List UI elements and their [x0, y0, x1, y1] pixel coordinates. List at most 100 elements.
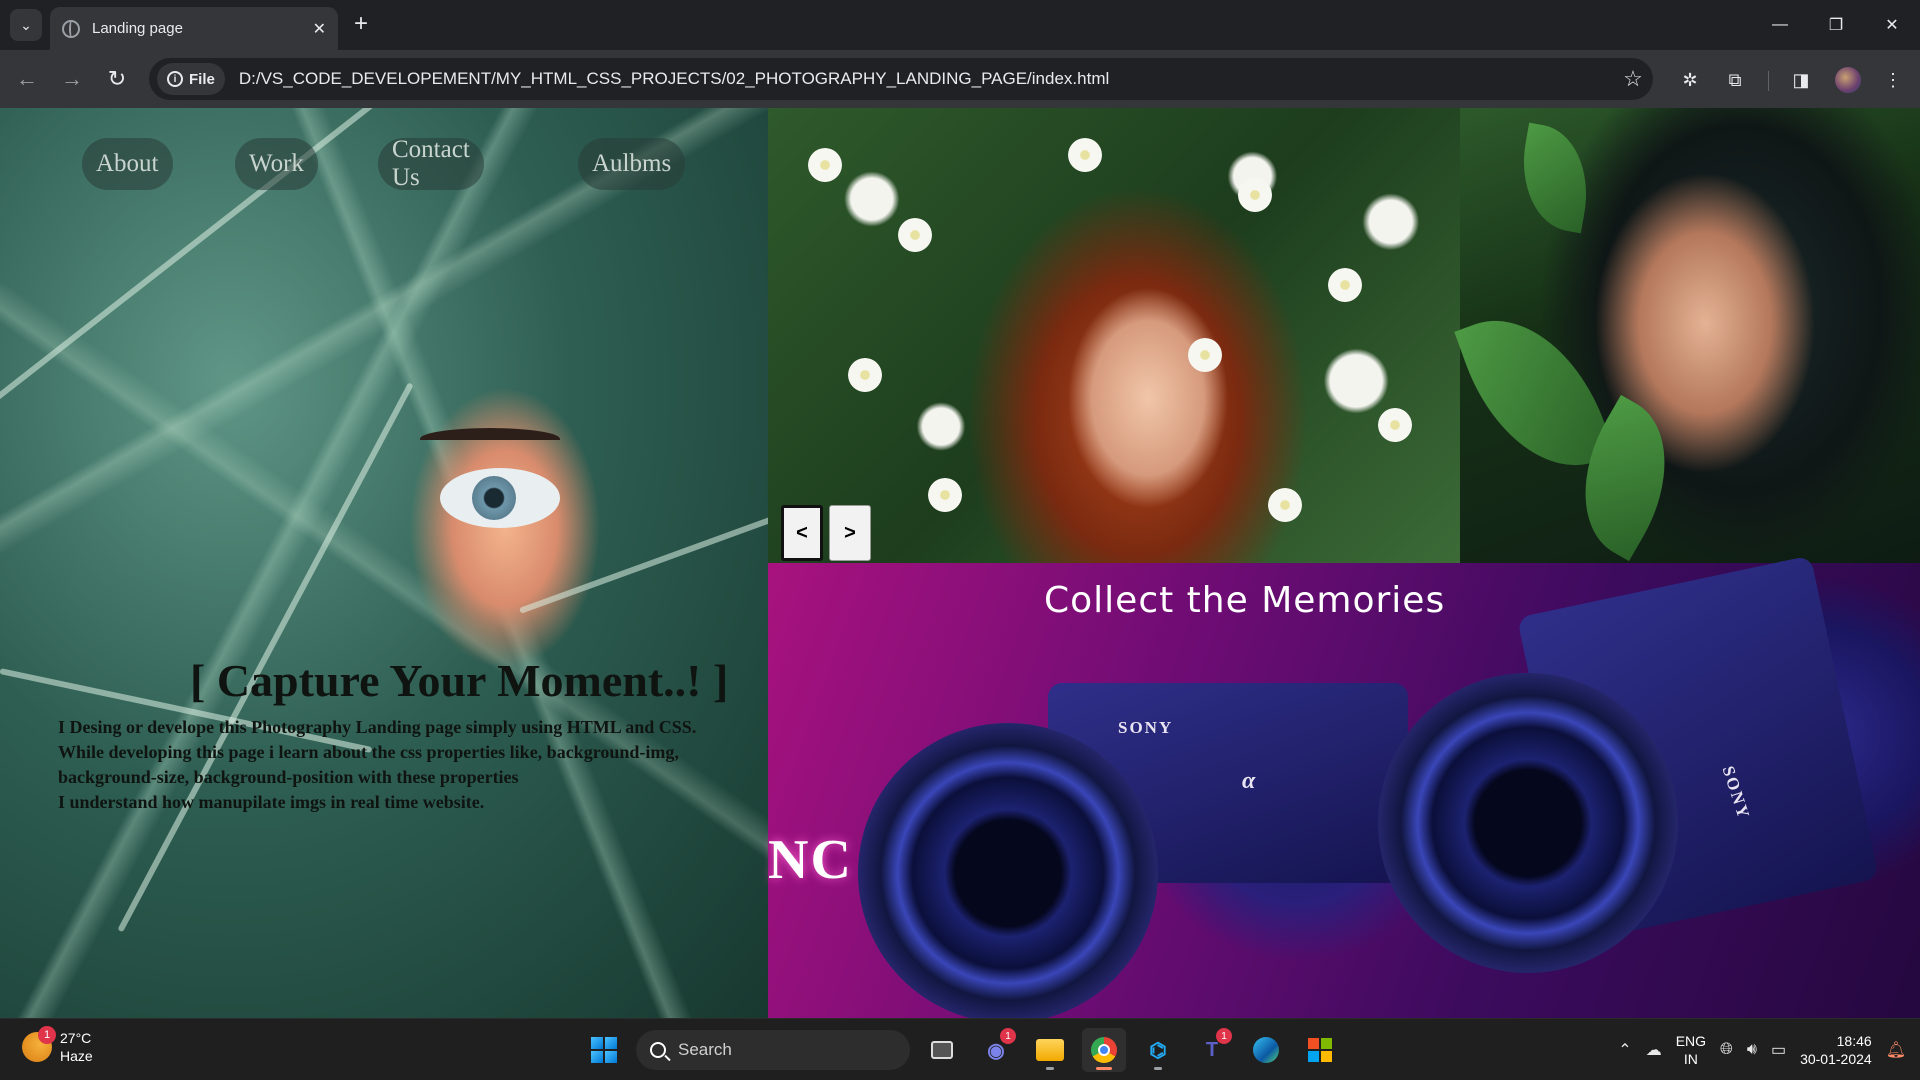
- volume-icon[interactable]: 🔊︎: [1747, 1041, 1757, 1059]
- hero-line: While developing this page i learn about…: [58, 742, 679, 762]
- chevron-up-icon[interactable]: ⌃: [1618, 1040, 1631, 1060]
- neon-sign-fragment: NC: [768, 829, 853, 891]
- microsoft-store-icon[interactable]: [1298, 1028, 1342, 1072]
- extension-puzzle-gear-icon[interactable]: ✲: [1677, 67, 1703, 93]
- address-bar[interactable]: i File D:/VS_CODE_DEVELOPEMENT/MY_HTML_C…: [149, 58, 1653, 100]
- browser-tabstrip: ⌄ Landing page ✕ + — ❐ ✕: [0, 0, 1920, 50]
- hero-description: I Desing or develope this Photography La…: [58, 715, 758, 815]
- camera-lens: [858, 723, 1158, 1018]
- green-leaf: [1511, 122, 1599, 234]
- url-text[interactable]: D:/VS_CODE_DEVELOPEMENT/MY_HTML_CSS_PROJ…: [239, 69, 1613, 89]
- eye-shape: [440, 468, 560, 528]
- sony-logo: SONY: [1118, 718, 1174, 737]
- notification-badge: 1: [1000, 1028, 1016, 1044]
- tab-landing-page[interactable]: Landing page ✕: [50, 7, 338, 50]
- hero-line: I Desing or develope this Photography La…: [58, 717, 697, 737]
- side-panel-icon[interactable]: ◨: [1788, 67, 1814, 93]
- window-controls: — ❐ ✕: [1752, 0, 1920, 50]
- restore-button[interactable]: ❐: [1808, 0, 1864, 50]
- hero-title: [ Capture Your Moment..! ]: [190, 655, 729, 706]
- leaf-vein: [0, 108, 424, 414]
- lang-top: ENG: [1675, 1033, 1707, 1049]
- toolbar-divider: [1768, 71, 1769, 91]
- system-tray: ⌃ ☁ ENG IN 🌐︎ 🔊︎ ▭ 18:46 30-01-2024 🔔︎: [1618, 1019, 1920, 1080]
- leaf-eye-hero-image: About Work Contact Us Aulbms [ Capture Y…: [0, 108, 803, 1018]
- lang-bottom: IN: [1683, 1051, 1698, 1067]
- flower: [848, 358, 882, 392]
- language-indicator[interactable]: ENG IN: [1676, 1032, 1706, 1068]
- file-explorer-icon[interactable]: [1028, 1028, 1072, 1072]
- weather-temp: 27°C: [60, 1030, 92, 1046]
- web-page: About Work Contact Us Aulbms [ Capture Y…: [0, 108, 1920, 1018]
- running-indicator: [1046, 1067, 1054, 1070]
- site-chip-label: File: [189, 70, 215, 88]
- edge-icon[interactable]: [1244, 1028, 1288, 1072]
- running-indicator: [1096, 1067, 1112, 1070]
- nav-work-link[interactable]: Work: [235, 138, 318, 190]
- chevron-down-icon: ⌄: [20, 16, 32, 33]
- start-button[interactable]: [582, 1028, 626, 1072]
- chrome-icon[interactable]: [1082, 1028, 1126, 1072]
- reload-button[interactable]: ↻: [103, 65, 131, 93]
- info-icon: i: [167, 71, 183, 87]
- teams-icon[interactable]: T1: [1190, 1028, 1234, 1072]
- weather-widget[interactable]: 1 27°C Haze: [22, 1026, 93, 1065]
- eyebrow-shape: [420, 428, 560, 450]
- hero-line: background-size, background-position wit…: [58, 767, 519, 787]
- taskbar-apps: Search ◉ 1 ⌬ T1: [582, 1028, 1342, 1072]
- windows-logo-icon: [591, 1037, 617, 1063]
- flower: [808, 148, 842, 182]
- taskbar-search[interactable]: Search: [636, 1030, 910, 1070]
- onedrive-cloud-icon[interactable]: ☁: [1646, 1040, 1662, 1060]
- battery-icon[interactable]: ▭: [1771, 1040, 1786, 1060]
- alpha-logo: α: [1242, 768, 1258, 794]
- close-window-button[interactable]: ✕: [1864, 0, 1920, 50]
- nav-about-link[interactable]: About: [82, 138, 173, 190]
- tab-title: Landing page: [92, 20, 183, 37]
- back-button[interactable]: ←: [13, 65, 41, 93]
- search-icon: [650, 1042, 666, 1058]
- close-tab-icon[interactable]: ✕: [313, 19, 326, 39]
- flower: [928, 478, 962, 512]
- red-hair-flowers-photo: [768, 108, 1460, 563]
- globe-icon: [62, 19, 80, 38]
- hero-line: I understand how manupilate imgs in real…: [58, 792, 485, 812]
- vscode-icon[interactable]: ⌬: [1136, 1028, 1180, 1072]
- nav-albums-link[interactable]: Aulbms: [578, 138, 686, 190]
- flower: [1268, 488, 1302, 522]
- flower: [1188, 338, 1222, 372]
- slider-prev-button[interactable]: <: [781, 505, 823, 561]
- camera-lens: [1378, 673, 1678, 973]
- teams-chat-icon[interactable]: ◉ 1: [974, 1028, 1018, 1072]
- extensions-icon[interactable]: ⧉: [1722, 67, 1748, 93]
- weather-text: 27°C Haze: [60, 1029, 93, 1065]
- bookmark-star-icon[interactable]: ☆: [1613, 66, 1653, 92]
- profile-avatar[interactable]: [1835, 67, 1861, 93]
- kebab-menu-icon[interactable]: ⋮: [1880, 67, 1906, 93]
- browser-toolbar: ← → ↻ i File D:/VS_CODE_DEVELOPEMENT/MY_…: [0, 50, 1920, 108]
- network-globe-icon[interactable]: 🌐︎: [1720, 1041, 1733, 1059]
- notification-bell-icon[interactable]: 🔔︎: [1886, 1040, 1906, 1060]
- clock[interactable]: 18:46 30-01-2024: [1800, 1032, 1872, 1068]
- task-view-icon[interactable]: [920, 1028, 964, 1072]
- tab-search-button[interactable]: ⌄: [10, 9, 42, 41]
- notification-badge: 1: [1216, 1028, 1232, 1044]
- dark-hair-woman-photo: [1454, 108, 1920, 563]
- flower: [1378, 408, 1412, 442]
- sun-haze-icon: 1: [22, 1026, 56, 1062]
- flower: [1238, 178, 1272, 212]
- minimize-button[interactable]: —: [1752, 0, 1808, 50]
- forward-button[interactable]: →: [58, 65, 86, 93]
- new-tab-button[interactable]: +: [354, 12, 368, 36]
- running-indicator: [1154, 1067, 1162, 1070]
- site-info-chip[interactable]: i File: [157, 63, 225, 95]
- notification-badge: 1: [38, 1026, 56, 1044]
- sony-cameras-photo: SONY SONY α NC: [768, 555, 1920, 1018]
- flower: [1068, 138, 1102, 172]
- clock-date: 30-01-2024: [1800, 1051, 1872, 1067]
- flower: [1328, 268, 1362, 302]
- windows-taskbar: 1 27°C Haze Search ◉ 1 ⌬ T1 ⌃ ☁ ENG IN 🌐︎…: [0, 1018, 1920, 1080]
- search-label: Search: [678, 1040, 732, 1059]
- nav-contact-link[interactable]: Contact Us: [378, 136, 484, 191]
- slider-next-button[interactable]: >: [829, 505, 871, 561]
